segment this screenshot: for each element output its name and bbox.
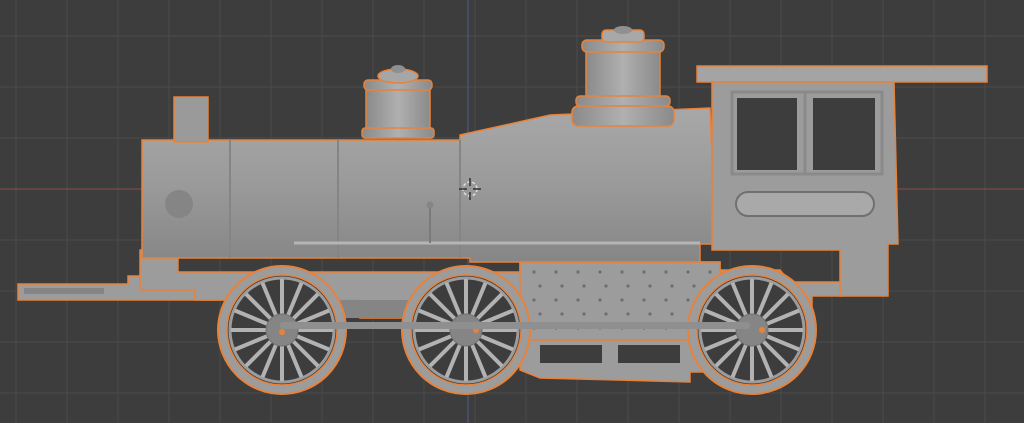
rivet (554, 298, 558, 302)
cab-roof (696, 65, 988, 83)
locomotive[interactable] (17, 26, 988, 395)
frame-slot-2 (618, 345, 680, 363)
rivet (576, 270, 580, 274)
rivet (664, 298, 668, 302)
rivet (538, 312, 542, 316)
cab-window-right (813, 98, 875, 170)
rivet (664, 270, 668, 274)
rivet (626, 312, 630, 316)
viewport-canvas[interactable] (0, 0, 1024, 423)
rivet (604, 312, 608, 316)
cab-name-plate (735, 191, 875, 217)
rivet (532, 270, 536, 274)
rivet (686, 298, 690, 302)
rivet (598, 298, 602, 302)
rivet (686, 270, 690, 274)
rivet (598, 270, 602, 274)
whistle-knob (426, 201, 434, 209)
rivet (576, 298, 580, 302)
driving-wheel[interactable] (687, 265, 817, 395)
rivet (648, 312, 652, 316)
smokestack[interactable] (173, 96, 209, 143)
rivet (642, 270, 646, 274)
rivet (648, 284, 652, 288)
rivet (620, 270, 624, 274)
crank-pin (759, 327, 765, 333)
smokebox-door (165, 190, 193, 218)
pilot-deck (24, 288, 104, 294)
rivet (560, 312, 564, 316)
rivet (642, 298, 646, 302)
crank-pin (279, 329, 285, 335)
rivet (560, 284, 564, 288)
rivet (620, 298, 624, 302)
rivet (626, 284, 630, 288)
cab[interactable] (696, 65, 988, 297)
cab-window-left (737, 98, 797, 170)
driving-wheel[interactable] (217, 265, 347, 395)
rivet (708, 270, 712, 274)
rivet (532, 298, 536, 302)
rivet (604, 284, 608, 288)
driving-wheel[interactable] (401, 265, 531, 395)
steam-dome[interactable] (571, 26, 675, 127)
rivet (692, 284, 696, 288)
rivet (670, 312, 674, 316)
rivet (582, 312, 586, 316)
rivet (538, 284, 542, 288)
rivet (554, 270, 558, 274)
rivet (670, 284, 674, 288)
side-rod (280, 322, 750, 329)
3d-viewport[interactable] (0, 0, 1024, 423)
rivet (582, 284, 586, 288)
frame-slot-1 (540, 345, 602, 363)
